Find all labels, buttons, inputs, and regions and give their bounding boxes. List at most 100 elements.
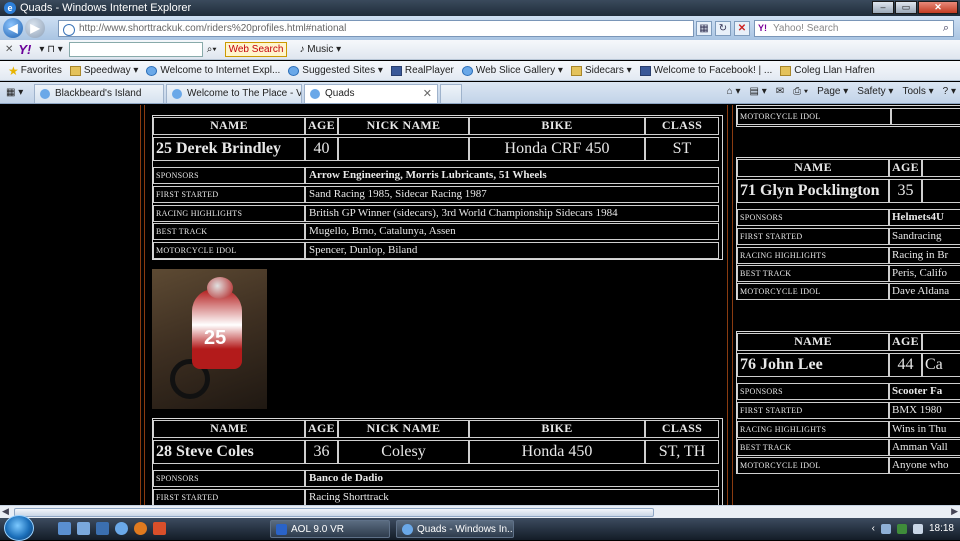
rider-name: 76 John Lee	[737, 353, 889, 377]
right-rail-line	[732, 105, 733, 518]
taskbar-item-quads[interactable]: Quads - Windows In...	[396, 520, 514, 538]
favorite-item[interactable]: Welcome to Facebook! | ...	[639, 65, 772, 76]
rider-nick	[922, 179, 960, 203]
yahoo-search-field[interactable]	[68, 42, 203, 57]
ie-icon	[461, 65, 473, 76]
favorite-item[interactable]: Speedway ▾	[69, 65, 138, 76]
toolbar-menu-icon[interactable]: ▾ ⊓ ▾	[39, 44, 62, 55]
tab-bar: ▦ ▾ Blackbeard's Island Welcome to The P…	[0, 82, 960, 104]
rider-name: 25 Derek Brindley	[153, 137, 305, 161]
scroll-left-icon[interactable]: ◀	[2, 506, 9, 517]
info-row: FIRST STARTED Racing Shorttrack	[153, 489, 719, 506]
name-header: NAME	[737, 333, 889, 351]
mail-icon[interactable]: ✉	[776, 86, 784, 97]
show-desktop-icon[interactable]	[58, 522, 71, 535]
safety-menu[interactable]: Safety ▾	[857, 86, 893, 97]
media-player-icon[interactable]	[96, 522, 109, 535]
horizontal-scrollbar[interactable]: ◀ ▶	[0, 505, 960, 518]
motorcycle-idol-value: Dave Aldana	[889, 283, 960, 300]
best-track-value: Mugello, Brno, Catalunya, Assen	[305, 223, 719, 240]
favorite-item[interactable]: RealPlayer	[390, 65, 454, 76]
yahoo-logo-icon[interactable]: Y!	[18, 42, 31, 57]
tools-menu[interactable]: Tools ▾	[902, 86, 933, 97]
minimize-button[interactable]: –	[872, 1, 894, 14]
volume-icon[interactable]	[912, 523, 923, 534]
favorites-label: Favorites	[20, 65, 62, 76]
class-header: CLASS	[645, 117, 719, 135]
best-track-value: Peris, Califo	[889, 265, 960, 282]
sponsors-label: SPONSORS	[737, 209, 889, 226]
realplayer-icon	[390, 65, 402, 76]
web-search-button[interactable]: Web Search	[224, 42, 288, 57]
close-tab-icon[interactable]: ✕	[423, 87, 432, 100]
page-menu[interactable]: Page ▾	[817, 86, 848, 97]
info-row: SPONSORS Arrow Engineering, Morris Lubri…	[153, 167, 719, 184]
app-icon[interactable]	[153, 522, 166, 535]
age-header: AGE	[305, 117, 338, 135]
search-icon[interactable]: ⌕▾	[207, 44, 217, 55]
ie-icon[interactable]	[115, 522, 128, 535]
favorite-item[interactable]: Sidecars ▾	[570, 65, 632, 76]
info-row: BEST TRACK Amman Vall	[737, 439, 960, 456]
info-row: RACING HIGHLIGHTS Racing in Br	[737, 247, 960, 264]
close-window-button[interactable]: ✕	[918, 1, 958, 14]
stop-icon[interactable]: ✕	[734, 21, 750, 36]
scroll-right-icon[interactable]: ▶	[951, 506, 958, 517]
music-button[interactable]: ♪ Music ▾	[299, 44, 341, 55]
first-started-label: FIRST STARTED	[737, 402, 889, 419]
right-rail-line	[727, 105, 728, 518]
maximize-button[interactable]: ▭	[895, 1, 917, 14]
page-icon	[310, 89, 320, 99]
ie-icon	[288, 65, 300, 76]
nick-header: NICK NAME	[338, 420, 469, 438]
aol-icon	[276, 524, 287, 535]
favorite-item[interactable]: Coleg Llan Hafren	[780, 65, 875, 76]
rider-photo: 25	[152, 269, 267, 409]
start-button[interactable]	[4, 515, 34, 541]
rider-summary-row: 71 Glyn Pocklington 35	[737, 179, 960, 203]
favorite-item[interactable]: Web Slice Gallery ▾	[461, 65, 563, 76]
home-icon[interactable]: ⌂ ▾	[727, 86, 741, 97]
search-icon[interactable]: ⌕	[943, 22, 949, 35]
security-icon[interactable]	[896, 523, 907, 534]
sponsors-value: Banco de Dadio	[305, 470, 719, 487]
quick-launch	[58, 522, 166, 535]
tab-quads[interactable]: Quads ✕	[304, 84, 438, 103]
favorite-item[interactable]: Welcome to Internet Expl...	[146, 65, 280, 76]
taskbar: AOL 9.0 VR Quads - Windows In... ‹ 18:18	[0, 515, 960, 541]
favorites-button[interactable]: ★ Favorites	[8, 64, 62, 78]
compatibility-view-icon[interactable]: ▦	[696, 21, 712, 36]
new-tab-button[interactable]	[440, 84, 462, 103]
yahoo-toolbar: ✕ Y! ▾ ⊓ ▾ ⌕▾ Web Search ♪ Music ▾	[0, 40, 960, 60]
print-icon[interactable]: ⎙ ▾	[793, 86, 808, 97]
name-header: NAME	[737, 159, 889, 177]
quick-tabs-icon[interactable]: ▦ ▾	[6, 87, 23, 98]
back-button[interactable]: ◀	[3, 18, 23, 38]
refresh-icon[interactable]: ↻	[715, 21, 731, 36]
folder-icon	[69, 65, 81, 76]
help-icon[interactable]: ? ▾	[943, 86, 956, 97]
taskbar-item-aol[interactable]: AOL 9.0 VR	[270, 520, 390, 538]
favorite-item[interactable]: Suggested Sites ▾	[288, 65, 383, 76]
window-controls: – ▭ ✕	[872, 1, 958, 14]
info-row: RACING HIGHLIGHTS Wins in Thu	[737, 421, 960, 438]
search-input[interactable]: Yahoo! Search ⌕	[754, 20, 954, 37]
info-row: FIRST STARTED BMX 1980	[737, 402, 960, 419]
feeds-icon[interactable]: ▤ ▾	[750, 86, 767, 97]
tab-the-place[interactable]: Welcome to The Place - Vi...	[166, 84, 302, 103]
firefox-icon[interactable]	[134, 522, 147, 535]
rider-header-row: NAME AGE	[737, 159, 960, 177]
favorites-bar: ★ Favorites Speedway ▾ Welcome to Interne…	[0, 61, 960, 81]
tray-expand-icon[interactable]: ‹	[872, 523, 875, 534]
star-icon: ★	[8, 63, 19, 78]
network-icon[interactable]	[880, 523, 891, 534]
forward-button[interactable]: ▶	[25, 18, 45, 38]
switch-windows-icon[interactable]	[77, 522, 90, 535]
tab-blackbeards-island[interactable]: Blackbeard's Island	[34, 84, 164, 103]
scrollbar-thumb[interactable]	[14, 508, 654, 517]
rider-header-row: NAME AGE NICK NAME BIKE CLASS	[153, 420, 719, 438]
close-toolbar-icon[interactable]: ✕	[5, 44, 13, 55]
clock[interactable]: 18:18	[929, 523, 954, 534]
info-row: MOTORCYCLE IDOL Dave Aldana	[737, 283, 960, 300]
address-input[interactable]: http://www.shorttrackuk.com/riders%20pro…	[58, 20, 694, 37]
